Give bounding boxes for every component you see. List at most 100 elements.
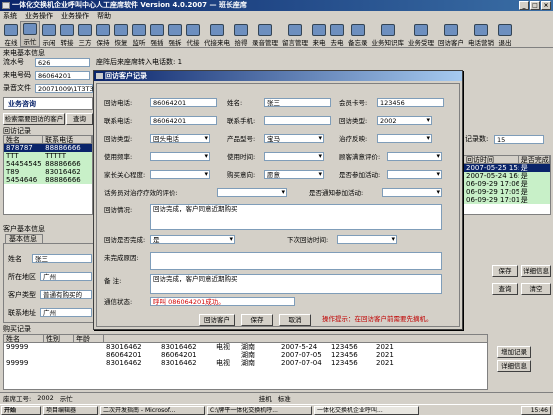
toolbar-icon — [350, 24, 365, 36]
cust-name-label: 姓名 — [8, 255, 22, 263]
toolbar-button-0[interactable]: 在线 — [2, 21, 20, 47]
purchase-detail-button[interactable]: 详细信息 — [497, 360, 531, 372]
revisit-customer-button[interactable]: 回访客户 — [199, 314, 235, 326]
table-cell — [74, 343, 104, 351]
table-row[interactable]: 99999 83016462 83016462 电视 湖南 2007-07-04 12345… — [4, 359, 487, 367]
query-button[interactable]: 查询 — [66, 113, 93, 125]
close-button[interactable]: × — [541, 1, 551, 10]
table-row[interactable]: 54454545 88886666 — [4, 160, 92, 168]
toolbar-button-8[interactable]: 强插 — [148, 21, 166, 47]
toolbar-button-17[interactable]: 备忘录 — [346, 21, 370, 47]
toolbar-button-18[interactable]: 业务知识库 — [370, 21, 407, 47]
doctor-eval-select[interactable] — [217, 188, 287, 197]
reason-textarea[interactable] — [150, 252, 442, 270]
minimize-button[interactable]: _ — [519, 1, 529, 10]
toolbar-button-2[interactable]: 示闲 — [40, 21, 58, 47]
situation-textarea[interactable]: 回访完成，客户同意近期购买 — [150, 204, 442, 230]
detail-button[interactable]: 详细信息 — [521, 265, 551, 277]
table-row[interactable]: 878787 88886666 — [4, 144, 92, 152]
toolbar-button-11[interactable]: 代接来电 — [202, 21, 232, 47]
call-phone-field[interactable]: 86064201 — [150, 98, 217, 107]
toolbar-button-4[interactable]: 三方 — [76, 21, 94, 47]
start-button[interactable]: 开始 — [1, 405, 41, 415]
menu-business[interactable]: 业务操作 — [25, 11, 53, 21]
dialog-title: 回访客户记录 — [105, 72, 147, 80]
table-row[interactable]: 2007-05-25 15:0是 — [464, 164, 550, 172]
toolbar-button-21[interactable]: 电话营销 — [466, 21, 496, 47]
menu-help[interactable]: 帮助 — [97, 11, 111, 21]
toolbar-icon — [330, 24, 344, 36]
menu-system[interactable]: 系统 — [3, 11, 17, 21]
add-record-button[interactable]: 增加记录 — [497, 346, 531, 358]
contact2-field[interactable] — [264, 116, 331, 125]
col-phone: 联系电话 — [43, 136, 92, 144]
note-textarea[interactable]: 回访完成，客户同意近期购买 — [150, 274, 442, 294]
use-freq-select[interactable] — [150, 152, 210, 161]
table-row[interactable]: 06-09-29 17:06 是 — [464, 180, 550, 188]
toolbar-button-9[interactable]: 强拆 — [166, 21, 184, 47]
join-select[interactable] — [382, 188, 442, 197]
toolbar-button-3[interactable]: 转接 — [58, 21, 76, 47]
toolbar-button-6[interactable]: 恢复 — [112, 21, 130, 47]
maximize-button[interactable]: □ — [530, 1, 540, 10]
toolbar-button-14[interactable]: 留言管理 — [280, 21, 310, 47]
task-item-2[interactable]: C:\牌平一体化交换机呼... — [207, 405, 312, 415]
cust-name-field[interactable]: 张三 — [32, 254, 92, 263]
task-item-0[interactable]: 项目编辑器 — [43, 405, 98, 415]
toolbar-button-12[interactable]: 拾得 — [232, 21, 250, 47]
tab-basic-info[interactable]: 基本信息 — [5, 234, 43, 243]
cust-addr-field[interactable]: 广州 — [40, 308, 92, 317]
table-row[interactable]: 5454646 88886666 — [4, 176, 92, 184]
product-select[interactable]: 宝马 — [264, 134, 324, 143]
toolbar-button-15[interactable]: 来电 — [310, 21, 328, 47]
search-button[interactable]: 查询 — [492, 283, 518, 295]
member-field[interactable]: 123456 — [377, 98, 444, 107]
menu-business-2[interactable]: 业务操作 — [61, 11, 89, 21]
toolbar-button-10[interactable]: 代接 — [184, 21, 202, 47]
toolbar-button-13[interactable]: 录音管理 — [250, 21, 280, 47]
call-type-select[interactable]: 回头电话 — [150, 134, 210, 143]
toolbar-label: 强插 — [150, 39, 164, 47]
toolbar-label: 业务知识库 — [371, 39, 405, 47]
save-button[interactable]: 保存 — [492, 265, 518, 277]
table-cell: 83016462 — [106, 359, 142, 367]
activity-select[interactable] — [387, 170, 442, 179]
table-row[interactable]: 99999 83016462 83016462 电视 湖南 2007-5-24 123456… — [4, 343, 487, 351]
dialog-cancel-button[interactable]: 取消 — [279, 314, 311, 326]
finished-select[interactable]: 是 — [150, 235, 235, 244]
cust-area-field[interactable]: 广州 — [40, 272, 92, 281]
visit-type-select[interactable]: 2002 — [377, 116, 432, 125]
dialog-save-button[interactable]: 保存 — [241, 314, 273, 326]
name-field[interactable]: 张三 — [264, 98, 331, 107]
tab-consult[interactable]: 业务咨询 — [3, 97, 93, 110]
toolbar-label: 退出 — [498, 39, 512, 47]
toolbar-icon — [23, 23, 37, 35]
table-row[interactable]: T89 83016462 — [4, 168, 92, 176]
clear-button[interactable]: 清空 — [521, 283, 551, 295]
toolbar-button-5[interactable]: 保持 — [94, 21, 112, 47]
table-row[interactable]: 2007-05-24 16:11是 — [464, 172, 550, 180]
contact-field[interactable]: 86064201 — [150, 116, 217, 125]
next-visit-select[interactable] — [337, 235, 397, 244]
effect-select[interactable] — [377, 134, 432, 143]
toolbar-button-16[interactable]: 去电 — [328, 21, 346, 47]
table-row[interactable]: 06-09-29 17:05 是 — [464, 188, 550, 196]
toolbar-button-7[interactable]: 监听 — [130, 21, 148, 47]
toolbar-button-22[interactable]: 退出 — [496, 21, 514, 47]
task-item-1[interactable]: 二次开发指南 - Microsof... — [100, 405, 205, 415]
table-row[interactable]: TTT TTTTT — [4, 152, 92, 160]
search-revisit-button[interactable]: 检索需要回访的客户 — [3, 113, 65, 125]
satisfy-select[interactable] — [387, 152, 442, 161]
buy-select[interactable]: 愿意 — [264, 170, 324, 179]
task-item-3[interactable]: 一体化交换机企业呼叫... — [314, 405, 419, 415]
toolbar-button-20[interactable]: 回访客户 — [436, 21, 466, 47]
toolbar-button-19[interactable]: 业务受理 — [406, 21, 436, 47]
toolbar-button-1[interactable]: 示忙 — [20, 21, 40, 47]
use-time-select[interactable] — [264, 152, 324, 161]
family-select[interactable] — [150, 170, 210, 179]
cust-type-field[interactable]: 普通有购买的 — [40, 290, 92, 299]
table-cell: 86064201 — [106, 351, 142, 359]
table-cell: 83016462 — [106, 343, 142, 351]
table-row[interactable]: 86064201 86064201 湖南 2007-07-05 123456 2021 — [4, 351, 487, 359]
table-row[interactable]: 06-09-29 17:01 是 — [464, 196, 550, 204]
